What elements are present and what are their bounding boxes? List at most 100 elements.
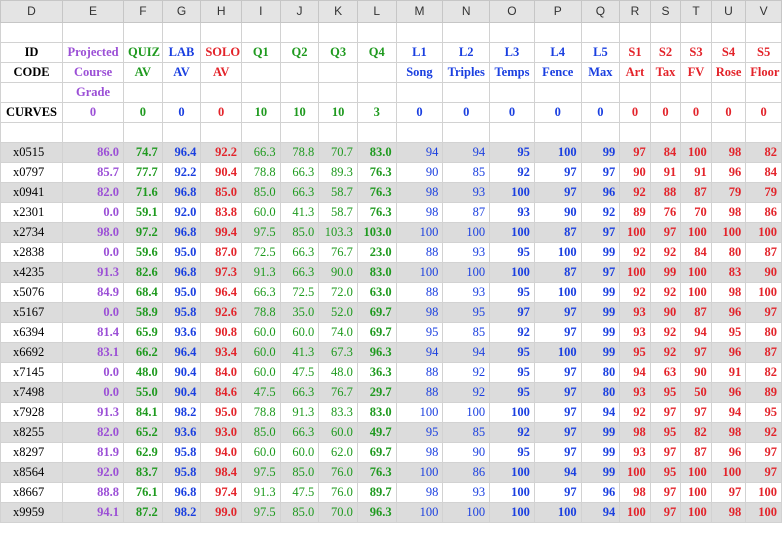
grade-cell[interactable]: 90.4 bbox=[200, 162, 242, 183]
grade-cell[interactable]: 95 bbox=[710, 322, 747, 343]
grade-cell[interactable]: 59.1 bbox=[123, 202, 163, 223]
grade-cell[interactable]: 66.3 bbox=[241, 142, 281, 163]
grade-cell[interactable]: 84.9 bbox=[62, 282, 125, 303]
grade-cell[interactable]: 100 bbox=[619, 222, 651, 243]
empty-cell[interactable] bbox=[395, 122, 444, 143]
grade-cell[interactable]: 79 bbox=[710, 182, 747, 203]
grade-cell[interactable]: 83.0 bbox=[356, 262, 397, 283]
grade-cell[interactable]: 95.0 bbox=[161, 242, 202, 263]
grade-cell[interactable]: 99 bbox=[580, 142, 621, 163]
header-cell[interactable] bbox=[489, 82, 535, 103]
grade-cell[interactable]: 90 bbox=[619, 162, 651, 183]
grade-cell[interactable]: 58.7 bbox=[318, 202, 358, 223]
column-header-l[interactable]: L bbox=[356, 0, 397, 23]
grade-cell[interactable]: 84.1 bbox=[123, 402, 163, 423]
grade-cell[interactable]: 66.3 bbox=[279, 382, 320, 403]
empty-cell[interactable] bbox=[161, 122, 202, 143]
grade-cell[interactable]: 84.6 bbox=[200, 382, 242, 403]
header-cell[interactable]: QUIZ bbox=[123, 42, 163, 63]
grade-cell[interactable]: 95 bbox=[489, 142, 535, 163]
grade-cell[interactable]: 87.2 bbox=[123, 502, 163, 523]
grade-cell[interactable]: 88 bbox=[649, 182, 682, 203]
grade-cell[interactable]: 74.7 bbox=[123, 142, 163, 163]
grade-cell[interactable]: 76.7 bbox=[318, 382, 358, 403]
grade-cell[interactable]: 78.8 bbox=[279, 142, 320, 163]
grade-cell[interactable]: 91 bbox=[710, 362, 747, 383]
grade-cell[interactable]: 92.0 bbox=[62, 462, 125, 483]
empty-cell[interactable] bbox=[123, 22, 163, 43]
grade-cell[interactable]: 83 bbox=[710, 262, 747, 283]
grade-cell[interactable]: 93.0 bbox=[200, 422, 242, 443]
grade-cell[interactable]: 100 bbox=[680, 142, 712, 163]
header-cell[interactable] bbox=[241, 62, 281, 83]
curve-cell[interactable]: 3 bbox=[356, 102, 397, 123]
grade-cell[interactable]: 66.3 bbox=[279, 162, 320, 183]
empty-cell[interactable] bbox=[356, 122, 397, 143]
empty-cell[interactable] bbox=[649, 22, 682, 43]
grade-cell[interactable]: 96 bbox=[710, 302, 747, 323]
grade-cell[interactable]: 60.0 bbox=[241, 322, 281, 343]
header-cell[interactable]: FV bbox=[680, 62, 712, 83]
student-id[interactable]: x6394 bbox=[0, 322, 64, 343]
grade-cell[interactable]: 79 bbox=[745, 182, 782, 203]
curve-cell[interactable]: 0 bbox=[395, 102, 444, 123]
grade-cell[interactable]: 90 bbox=[745, 262, 782, 283]
header-cell[interactable]: Grade bbox=[62, 82, 125, 103]
grade-cell[interactable]: 60.0 bbox=[241, 362, 281, 383]
grade-cell[interactable]: 66.2 bbox=[123, 342, 163, 363]
header-cell[interactable] bbox=[241, 82, 281, 103]
header-cell[interactable] bbox=[318, 82, 358, 103]
grade-cell[interactable]: 97 bbox=[745, 442, 782, 463]
grade-cell[interactable]: 97 bbox=[533, 482, 582, 503]
empty-cell[interactable] bbox=[710, 122, 747, 143]
grade-cell[interactable]: 100 bbox=[533, 342, 582, 363]
grade-cell[interactable]: 94 bbox=[619, 362, 651, 383]
grade-cell[interactable]: 96.8 bbox=[161, 262, 202, 283]
grade-cell[interactable]: 100 bbox=[395, 262, 444, 283]
grade-cell[interactable]: 67.3 bbox=[318, 342, 358, 363]
grade-cell[interactable]: 92 bbox=[649, 242, 682, 263]
grade-cell[interactable]: 94 bbox=[395, 342, 444, 363]
grade-cell[interactable]: 96 bbox=[710, 342, 747, 363]
student-id[interactable]: x2734 bbox=[0, 222, 64, 243]
grade-cell[interactable]: 97 bbox=[580, 162, 621, 183]
grade-cell[interactable]: 100 bbox=[395, 502, 444, 523]
grade-cell[interactable]: 98 bbox=[710, 202, 747, 223]
grade-cell[interactable]: 92.0 bbox=[161, 202, 202, 223]
grade-cell[interactable]: 98.2 bbox=[161, 402, 202, 423]
header-cell[interactable] bbox=[279, 82, 320, 103]
grade-cell[interactable]: 97 bbox=[489, 302, 535, 323]
grade-cell[interactable]: 82.0 bbox=[62, 182, 125, 203]
empty-cell[interactable] bbox=[745, 22, 782, 43]
grade-cell[interactable]: 92 bbox=[619, 282, 651, 303]
grade-cell[interactable]: 66.3 bbox=[279, 242, 320, 263]
grade-cell[interactable]: 98 bbox=[710, 422, 747, 443]
grade-cell[interactable]: 93.4 bbox=[200, 342, 242, 363]
student-id[interactable]: x8255 bbox=[0, 422, 64, 443]
grade-cell[interactable]: 100 bbox=[395, 402, 444, 423]
grade-cell[interactable]: 92.2 bbox=[161, 162, 202, 183]
grade-cell[interactable]: 100 bbox=[533, 242, 582, 263]
grade-cell[interactable]: 87 bbox=[680, 182, 712, 203]
grade-cell[interactable]: 93 bbox=[619, 302, 651, 323]
grade-cell[interactable]: 48.0 bbox=[318, 362, 358, 383]
grade-cell[interactable]: 100 bbox=[710, 462, 747, 483]
header-cell[interactable]: Q2 bbox=[279, 42, 320, 63]
header-cell[interactable]: AV bbox=[200, 62, 242, 83]
grade-cell[interactable]: 98 bbox=[395, 202, 444, 223]
grade-cell[interactable]: 100 bbox=[489, 402, 535, 423]
header-cell[interactable]: Song bbox=[395, 62, 444, 83]
grade-cell[interactable]: 98 bbox=[395, 482, 444, 503]
curve-cell[interactable]: 0 bbox=[680, 102, 712, 123]
header-cell[interactable] bbox=[356, 82, 397, 103]
grade-cell[interactable]: 83.7 bbox=[123, 462, 163, 483]
grade-cell[interactable]: 98 bbox=[710, 502, 747, 523]
grade-cell[interactable]: 60.0 bbox=[318, 422, 358, 443]
grade-cell[interactable]: 100 bbox=[680, 262, 712, 283]
curve-cell[interactable]: 10 bbox=[279, 102, 320, 123]
grade-cell[interactable]: 87 bbox=[680, 302, 712, 323]
grade-cell[interactable]: 97 bbox=[649, 482, 682, 503]
grade-cell[interactable]: 83.3 bbox=[318, 402, 358, 423]
grade-cell[interactable]: 76.3 bbox=[356, 202, 397, 223]
header-cell[interactable] bbox=[123, 82, 163, 103]
